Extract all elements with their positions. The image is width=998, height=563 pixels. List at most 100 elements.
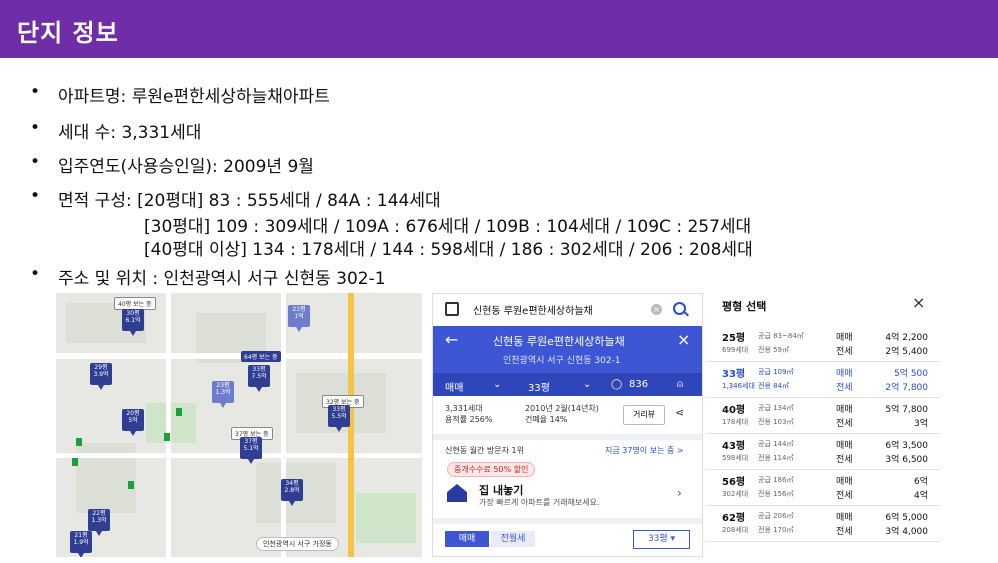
lease-price: 3억 bbox=[913, 419, 928, 429]
deal-type-label: 매매 bbox=[836, 333, 853, 343]
map-pin[interactable]: 29평 3.9억 bbox=[90, 363, 112, 390]
size-select[interactable]: 33평 bbox=[528, 379, 550, 394]
sale-price: 6억 bbox=[913, 477, 928, 487]
bullet-marker: • bbox=[30, 186, 41, 206]
bullet-marker: • bbox=[30, 118, 41, 138]
lease-price: 2억 7,800 bbox=[885, 383, 928, 393]
filter-row: 매매 ⌄ 33평 ⌄ ◯ 836 ⍝ bbox=[433, 373, 702, 396]
area-exclusive: 전용 156㎡ bbox=[758, 490, 794, 498]
search-input[interactable]: 신현동 루원e편한세상하늘채 bbox=[473, 302, 593, 317]
chevron-down-icon[interactable]: ⌄ bbox=[583, 379, 591, 390]
house-icon bbox=[447, 484, 467, 502]
sale-price: 6억 5,000 bbox=[885, 513, 928, 523]
close-icon[interactable]: × bbox=[912, 293, 925, 312]
complex-title: 신현동 루원e편한세상하늘채 bbox=[493, 335, 625, 348]
area-households: 699세대 bbox=[722, 346, 749, 354]
sell-listing-title[interactable]: 집 내놓기 bbox=[479, 482, 523, 498]
map-marker-icon bbox=[176, 408, 182, 416]
bullet-marker: • bbox=[30, 264, 41, 284]
map-pin[interactable]: 30평 6.1억 bbox=[122, 309, 144, 336]
area-row[interactable]: 56평 공급 186㎡ 302세대 전용 156㎡ 매매 전세 6억 4억 bbox=[706, 469, 940, 506]
complex-address: 인천광역시 서구 신현동 302-1 bbox=[503, 356, 621, 366]
area-supply: 공급 144㎡ bbox=[758, 440, 794, 448]
tab-sale[interactable]: 매매 bbox=[445, 531, 489, 547]
comment-icon[interactable]: ◯ bbox=[611, 379, 622, 390]
map-marker-icon bbox=[128, 481, 134, 489]
street-view-button[interactable]: 거리뷰 bbox=[623, 405, 665, 425]
map-pin[interactable]: 23평 1억 bbox=[288, 305, 310, 332]
area-supply: 공급 134㎡ bbox=[758, 404, 794, 412]
map-pin[interactable]: 21평 1.9억 bbox=[70, 531, 92, 557]
area-pyeong: 25평 bbox=[722, 333, 746, 344]
deal-type-label: 매매 bbox=[836, 369, 853, 379]
sale-price: 5억 500 bbox=[893, 369, 928, 379]
area-households: 302세대 bbox=[722, 490, 749, 498]
area-panel-title: 평형 선택 bbox=[722, 300, 767, 313]
area-pyeong: 62평 bbox=[722, 513, 746, 524]
size-dropdown[interactable]: 33평 ▾ bbox=[633, 530, 690, 549]
deal-type-select[interactable]: 매매 bbox=[445, 379, 463, 394]
area-exclusive: 전용 59㎡ bbox=[758, 346, 790, 354]
area-row[interactable]: 25평 공급 83~84㎡ 699세대 전용 59㎡ 매매전세 4억 2,200 2억 5,… bbox=[706, 325, 940, 362]
area-households: 1,346세대 bbox=[722, 382, 755, 390]
area-row[interactable]: 43평 공급 144㎡ 598세대 전용 114㎡ 매매 전세 6억 3,500 3억 6,5… bbox=[706, 433, 940, 470]
close-icon[interactable]: × bbox=[677, 330, 690, 349]
area-exclusive: 전용 103㎡ bbox=[758, 418, 794, 426]
area-selection-panel: 평형 선택 × 25평 공급 83~84㎡ 699세대 전용 59㎡ 매매 전세 4억 2,… bbox=[706, 293, 940, 557]
area-line-3: [40평대 이상] 134 : 178세대 / 144 : 598세대 / 18… bbox=[144, 240, 753, 260]
map-pin[interactable]: 34평 2.8억 bbox=[281, 479, 303, 506]
home-icon[interactable] bbox=[445, 302, 459, 316]
stat-households: 3,331세대 bbox=[445, 404, 483, 413]
search-icon[interactable] bbox=[673, 302, 686, 315]
bell-icon[interactable]: ⍝ bbox=[677, 379, 683, 390]
lease-price: 3억 4,000 bbox=[885, 527, 928, 537]
visitor-rank: 신현동 월간 방문자 1위 bbox=[445, 446, 524, 455]
map-pin[interactable]: 37평 5.1억 bbox=[240, 437, 262, 464]
area-line-2: [30평대] 109 : 309세대 / 109A : 676세대 / 109B… bbox=[144, 217, 752, 237]
area-supply: 공급 83~84㎡ bbox=[758, 332, 804, 340]
chevron-down-icon[interactable]: ⌄ bbox=[493, 379, 501, 390]
address: 주소 및 위치 : 인천광역시 서구 신현동 302-1 bbox=[58, 269, 386, 289]
map-location-label: 인천광역시 서구 가정동 bbox=[256, 537, 339, 551]
area-exclusive: 전용 170㎡ bbox=[758, 526, 794, 534]
map-pin[interactable]: 22평 1.3억 bbox=[88, 509, 110, 536]
area-row[interactable]: 33평 공급 109㎡ 1,346세대 전용 84㎡ 매매 전세 5억 500 2억 7,80… bbox=[706, 361, 940, 398]
viewers-now-link[interactable]: 지금 37명이 보는 중 > bbox=[605, 445, 684, 456]
apartment-app-panel: 신현동 루원e편한세상하늘채 × ← 신현동 루원e편한세상하늘채 × 인천광역… bbox=[432, 293, 703, 557]
area-supply: 공급 206㎡ bbox=[758, 512, 794, 520]
lease-type-label: 전세 bbox=[836, 455, 853, 465]
map-pin[interactable]: 33평 5.5억 bbox=[328, 405, 350, 432]
lease-price: 4억 bbox=[913, 491, 928, 501]
divider bbox=[433, 518, 702, 524]
complex-stats-left: 3,331세대 용적률 256% bbox=[445, 404, 493, 426]
area-pyeong: 43평 bbox=[722, 441, 746, 452]
map-pin[interactable]: 33평 7.5억 bbox=[248, 365, 270, 392]
lease-price: 2억 5,400 bbox=[885, 347, 928, 357]
back-arrow-icon[interactable]: ← bbox=[445, 330, 458, 349]
map-pin[interactable]: 23평 1.3억 bbox=[212, 381, 234, 408]
map-view[interactable]: 40평 보는 중 64평 보는 중 32평 보는 중 37평 보는 중 30평 6… bbox=[56, 293, 422, 557]
complex-header: ← 신현동 루원e편한세상하늘채 × 인천광역시 서구 신현동 302-1 매매… bbox=[433, 326, 702, 396]
deal-type-label: 매매 bbox=[836, 477, 853, 487]
lease-type-label: 전세 bbox=[836, 347, 853, 357]
page-title: 단지 정보 bbox=[17, 19, 119, 47]
comment-count: 836 bbox=[629, 379, 649, 390]
map-marker-icon bbox=[76, 438, 82, 446]
sale-price: 4억 2,200 bbox=[885, 333, 928, 343]
lease-type-label: 전세 bbox=[836, 383, 853, 393]
clear-icon[interactable]: × bbox=[651, 304, 662, 315]
search-bar[interactable]: 신현동 루원e편한세상하늘채 × bbox=[433, 294, 702, 327]
area-exclusive: 전용 114㎡ bbox=[758, 454, 794, 462]
area-row[interactable]: 62평 공급 206㎡ 208세대 전용 170㎡ 매매 전세 6억 5,000 3억 4,0… bbox=[706, 505, 940, 542]
map-road bbox=[281, 293, 286, 557]
share-icon[interactable]: ⋖ bbox=[675, 406, 684, 419]
chevron-right-icon[interactable]: › bbox=[677, 486, 682, 500]
area-row[interactable]: 40평 공급 134㎡ 178세대 전용 103㎡ 매매 전세 5억 7,800 3억 bbox=[706, 397, 940, 434]
area-pyeong: 40평 bbox=[722, 405, 746, 416]
map-pin[interactable]: 20평 5억 bbox=[122, 409, 144, 436]
tab-rent[interactable]: 전월세 bbox=[491, 531, 535, 547]
bullet-marker: • bbox=[30, 82, 41, 102]
area-exclusive: 전용 84㎡ bbox=[758, 382, 790, 390]
map-road bbox=[56, 353, 422, 359]
area-pyeong: 33평 bbox=[722, 369, 746, 380]
